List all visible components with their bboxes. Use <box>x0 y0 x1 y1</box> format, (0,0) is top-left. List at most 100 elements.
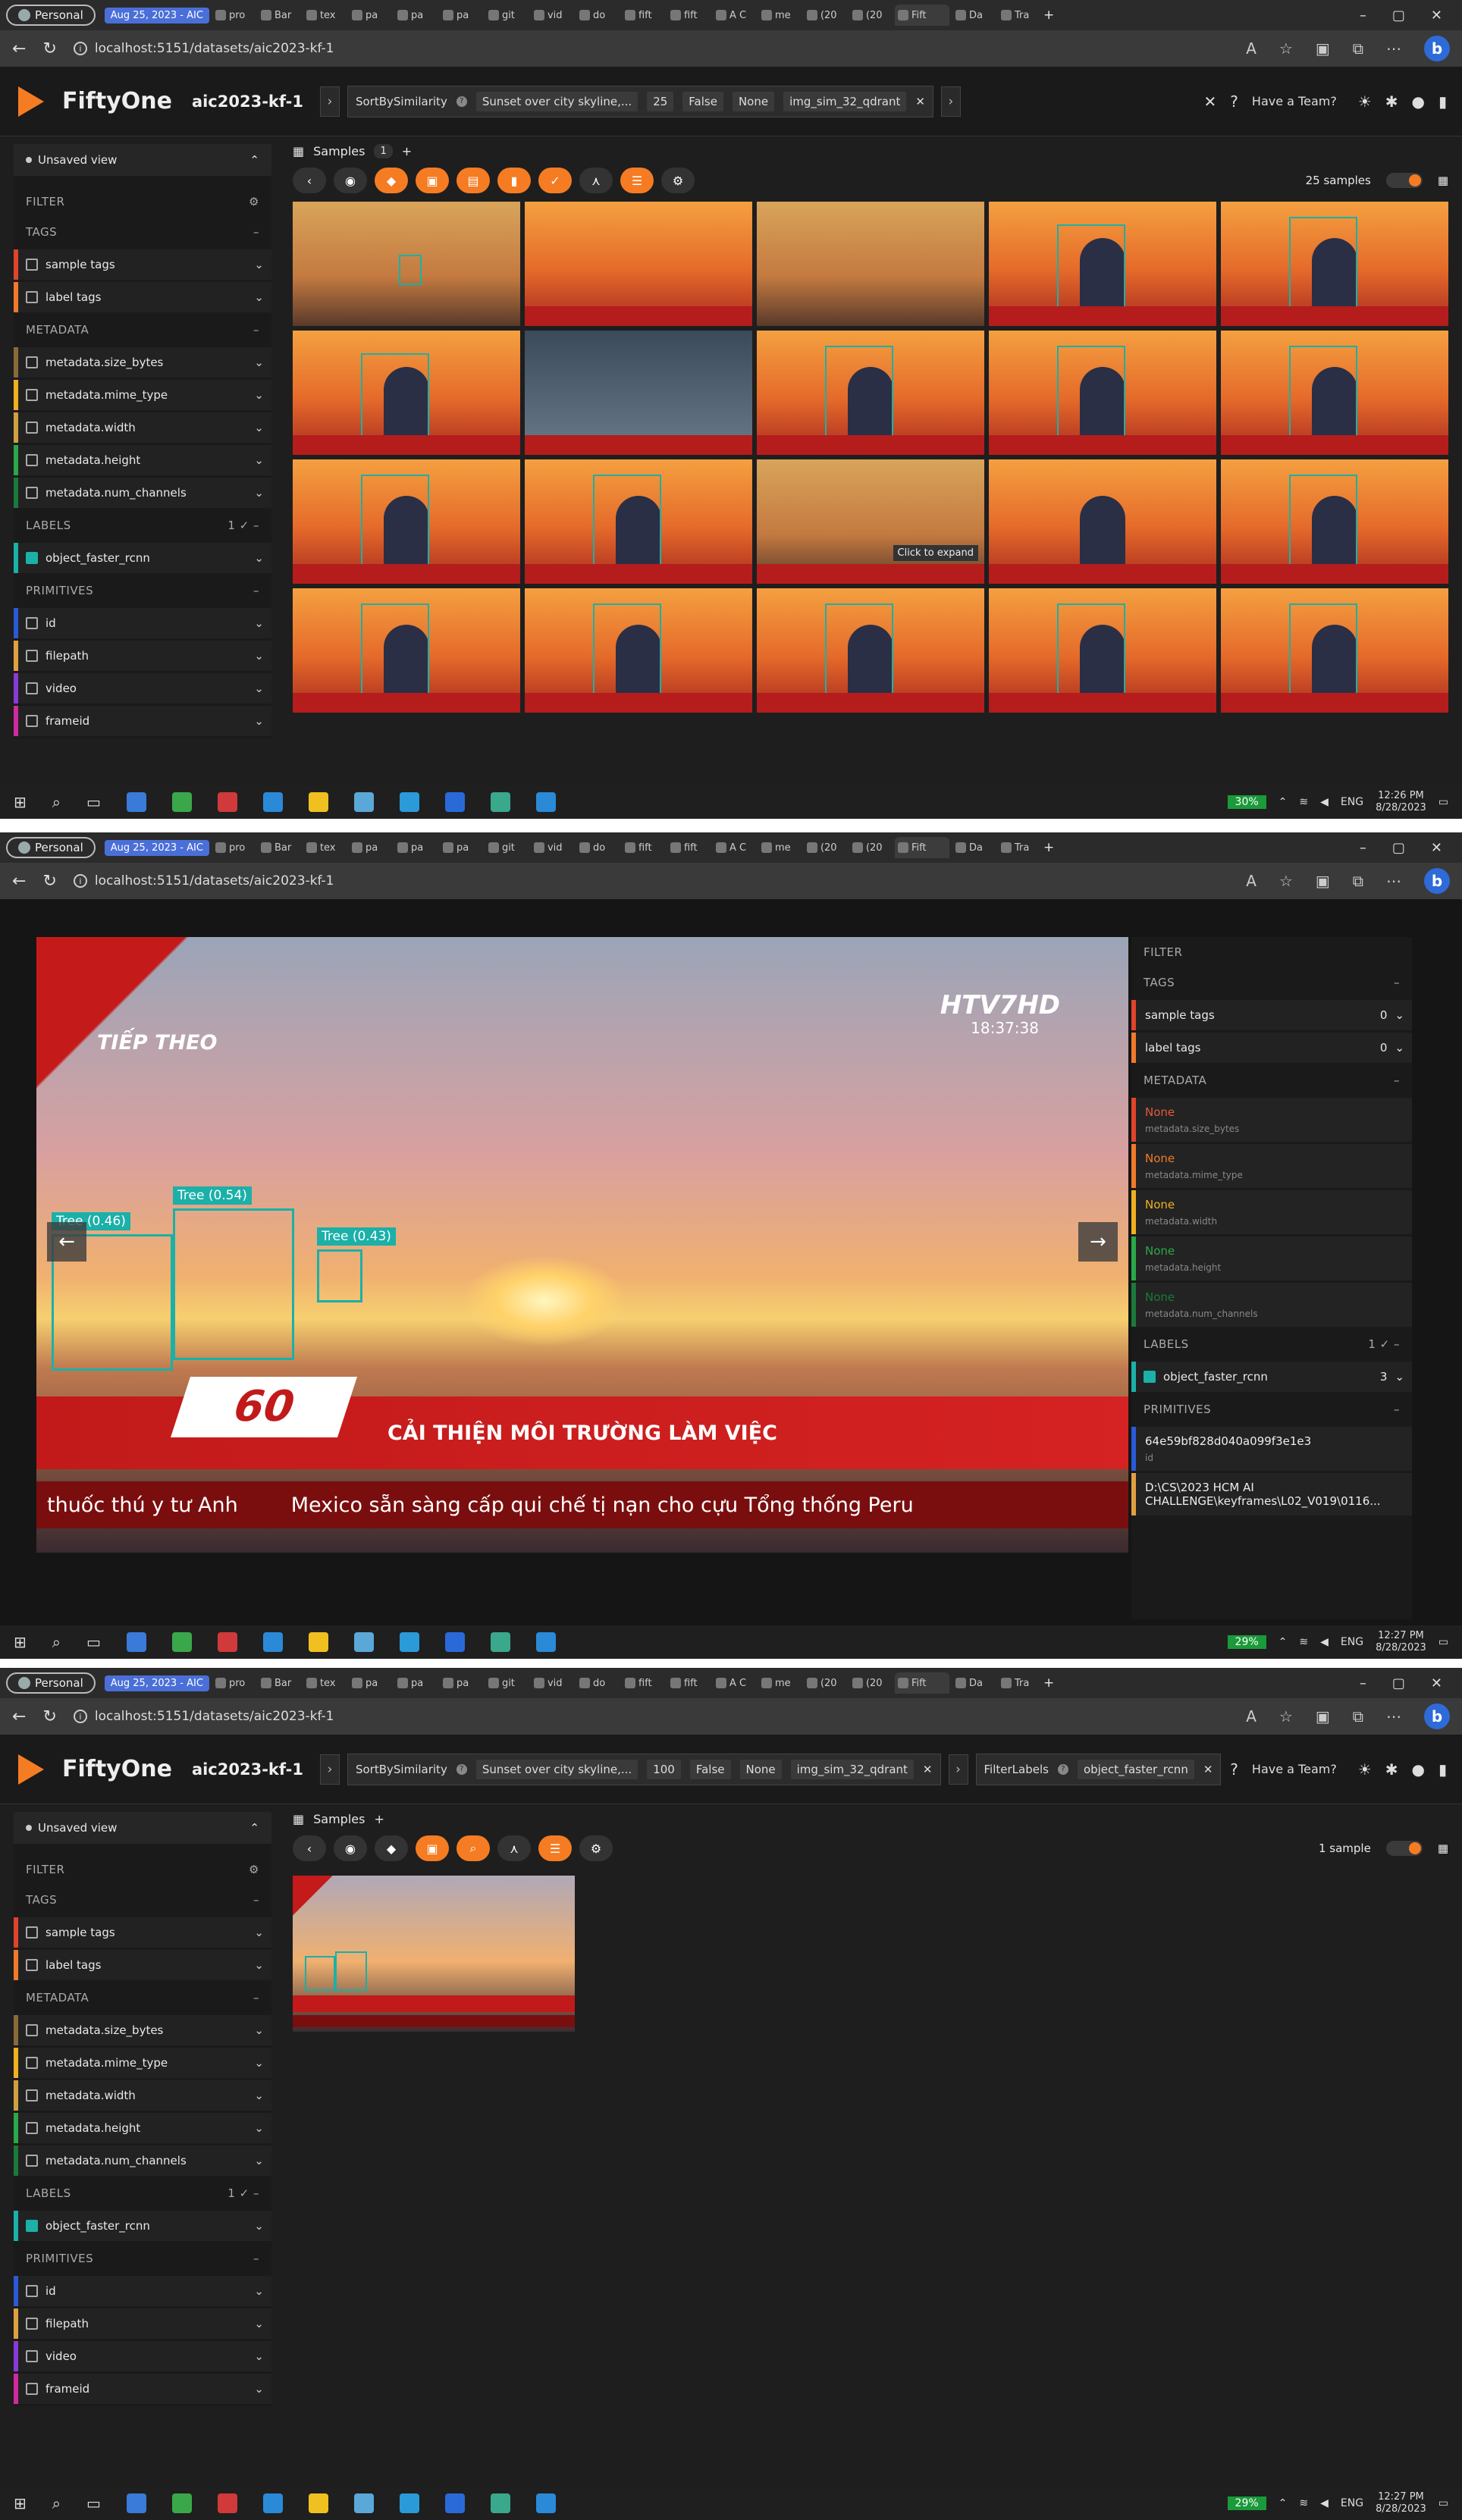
gear-icon[interactable]: ⚙ <box>249 195 259 208</box>
field-metadata-size[interactable]: metadata.size_bytes ⌄ <box>14 347 271 378</box>
have-team-link[interactable]: Have a Team? <box>1252 1762 1337 1776</box>
vscode-icon[interactable] <box>444 1632 465 1652</box>
url-field[interactable]: i localhost:5151/datasets/aic2023-kf-1 <box>73 1709 908 1724</box>
app-icon[interactable] <box>126 1632 146 1652</box>
palette-icon[interactable]: ◉ <box>334 168 367 193</box>
chevron-down-icon[interactable]: ⌄ <box>254 421 264 434</box>
sample-thumbnail[interactable] <box>293 331 520 455</box>
browser-tab[interactable]: git <box>485 1672 528 1694</box>
browser-tab[interactable]: do <box>576 5 619 26</box>
chevron-up-icon[interactable]: ⌃ <box>1278 1636 1288 1648</box>
browser-tab[interactable]: fift <box>622 837 664 858</box>
section-metadata[interactable]: METADATA – <box>14 1982 271 2013</box>
chevron-down-icon[interactable]: ⌄ <box>254 2382 264 2396</box>
browser-tab[interactable]: A C <box>713 1672 755 1694</box>
volume-icon[interactable]: ◀ <box>1320 796 1329 808</box>
browser-tab[interactable]: fift <box>622 1672 664 1694</box>
size-slider[interactable] <box>1385 1841 1423 1856</box>
checkbox[interactable] <box>26 2318 38 2330</box>
edge-icon[interactable] <box>399 792 419 812</box>
checkbox[interactable] <box>26 259 38 271</box>
collapse-icon[interactable]: – <box>253 1893 259 1907</box>
field-metadata-mime[interactable]: metadata.mime_type ⌄ <box>14 380 271 410</box>
selected-icon[interactable]: ✓ <box>538 168 572 193</box>
list-icon[interactable]: ☰ <box>620 168 654 193</box>
chevron-up-icon[interactable]: ⌃ <box>1278 796 1288 808</box>
collapse-icon[interactable]: – <box>253 225 259 239</box>
browser-tab[interactable]: (20 <box>804 1672 846 1694</box>
minimize-icon[interactable]: – <box>1360 840 1366 856</box>
app-icon[interactable] <box>262 1632 283 1652</box>
battery-indicator[interactable]: 29% <box>1227 2496 1266 2510</box>
new-tab-icon[interactable]: + <box>1043 840 1054 855</box>
browser-tab[interactable]: pro <box>212 5 255 26</box>
url-field[interactable]: i localhost:5151/datasets/aic2023-kf-1 <box>73 873 908 889</box>
back-icon[interactable]: ← <box>12 39 26 58</box>
wifi-icon[interactable]: ≋ <box>1299 796 1308 808</box>
app-icon[interactable] <box>171 792 192 812</box>
checkbox[interactable] <box>26 2155 38 2167</box>
chevron-down-icon[interactable]: ⌄ <box>254 1926 264 1939</box>
browser-tab[interactable]: (20 <box>804 837 846 858</box>
section-metadata[interactable]: METADATA – <box>14 315 271 345</box>
vscode-icon[interactable] <box>444 792 465 812</box>
section-tags[interactable]: TAGS – <box>1131 967 1412 998</box>
split-icon[interactable]: ⧉ <box>1353 1707 1363 1725</box>
field-frameid[interactable]: frameid ⌄ <box>14 2374 271 2404</box>
docs-icon[interactable]: ▮ <box>1438 92 1447 111</box>
chevron-down-icon[interactable]: ⌄ <box>254 551 264 565</box>
chevron-down-icon[interactable]: ⌄ <box>254 2056 264 2070</box>
app-icon[interactable] <box>171 2493 192 2513</box>
checkbox[interactable] <box>26 2383 38 2395</box>
field-metadata-width[interactable]: metadata.width ⌄ <box>14 2080 271 2111</box>
read-aloud-icon[interactable]: A <box>1246 872 1257 890</box>
tag-icon[interactable]: ◆ <box>375 168 408 193</box>
browser-tab[interactable]: pa <box>440 837 482 858</box>
chrome-icon[interactable] <box>490 1632 510 1652</box>
sample-thumbnail[interactable] <box>989 202 1216 326</box>
view-stage-filter-labels[interactable]: FilterLabels? object_faster_rcnn ✕ <box>975 1753 1222 1785</box>
tab-group[interactable]: Aug 25, 2023 - AIC <box>104 839 209 856</box>
chevron-down-icon[interactable]: ⌄ <box>254 290 264 304</box>
add-panel-icon[interactable]: + <box>374 1812 384 1826</box>
browser-tab[interactable]: Da <box>952 5 995 26</box>
bookmark-icon[interactable]: ▮ <box>497 168 531 193</box>
task-view-icon[interactable]: ▭ <box>86 2494 101 2512</box>
browser-tab[interactable]: me <box>758 5 801 26</box>
chevron-right-icon[interactable]: › <box>319 86 340 117</box>
sample-thumbnail[interactable] <box>757 202 984 326</box>
browser-tab[interactable]: Bar <box>258 837 300 858</box>
browser-tab[interactable]: Tra <box>998 5 1040 26</box>
browser-tab[interactable]: fift <box>667 5 710 26</box>
sample-thumbnail[interactable] <box>293 588 520 713</box>
maximize-icon[interactable]: ▢ <box>1392 840 1405 856</box>
chevron-down-icon[interactable]: ⌄ <box>254 2154 264 2167</box>
sample-thumbnail[interactable] <box>525 331 752 455</box>
edge-icon[interactable] <box>399 1632 419 1652</box>
favorite-icon[interactable]: ☆ <box>1279 872 1293 890</box>
collapse-icon[interactable]: – <box>253 1991 259 2004</box>
chevron-down-icon[interactable]: ⌄ <box>254 2219 264 2233</box>
sample-thumbnail[interactable] <box>757 588 984 713</box>
checkbox[interactable] <box>26 2024 38 2036</box>
wifi-icon[interactable]: ≋ <box>1299 1636 1308 1648</box>
back-icon[interactable]: ‹ <box>293 168 326 193</box>
bing-icon[interactable]: b <box>1424 1704 1450 1729</box>
checkbox[interactable] <box>26 2285 38 2297</box>
clock[interactable]: 12:26 PM 8/28/2023 <box>1376 790 1426 814</box>
browser-tab[interactable]: Bar <box>258 5 300 26</box>
chrome-icon[interactable] <box>490 792 510 812</box>
battery-indicator[interactable]: 29% <box>1227 1635 1266 1649</box>
new-tab-icon[interactable]: + <box>1043 8 1054 23</box>
browser-tab[interactable]: pa <box>349 1672 391 1694</box>
github-icon[interactable]: ● <box>1412 1760 1425 1779</box>
browse-icon[interactable]: ⋏ <box>497 1835 531 1861</box>
gear-icon[interactable]: ⚙ <box>661 168 695 193</box>
profile-button[interactable]: Personal <box>6 5 96 26</box>
extension-icon[interactable]: ▣ <box>1316 1707 1330 1725</box>
tab-samples[interactable]: Samples <box>313 144 365 158</box>
selection-badge[interactable]: 1 <box>374 143 393 158</box>
sample-thumbnail[interactable] <box>989 588 1216 713</box>
browser-tab[interactable]: pa <box>394 5 437 26</box>
docs-icon[interactable]: ▮ <box>1438 1760 1447 1779</box>
